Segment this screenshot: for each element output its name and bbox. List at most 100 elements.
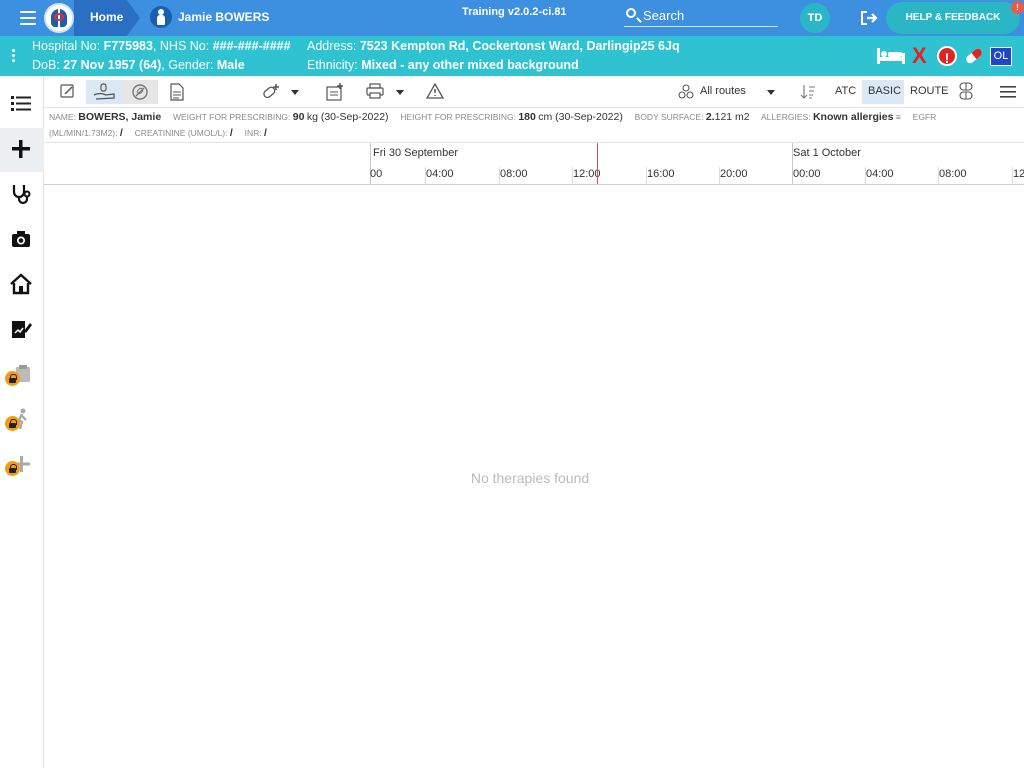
alert-icon[interactable]: !: [937, 46, 957, 66]
hand-dose-icon: [93, 83, 115, 100]
pill-icon[interactable]: [963, 46, 985, 66]
warning-icon: [426, 83, 444, 99]
user-avatar[interactable]: TD: [800, 3, 830, 33]
logout-icon[interactable]: [860, 10, 880, 26]
routes-dropdown-icon[interactable]: [767, 90, 775, 95]
timeline-time: 20:00: [720, 168, 748, 180]
sidebar-item-camera[interactable]: [0, 218, 44, 262]
ethnicity-value: Mixed - any other mixed background: [361, 58, 579, 72]
person-icon: [150, 6, 172, 28]
breadcrumb-home-label[interactable]: Home: [90, 10, 123, 24]
timeline-header[interactable]: Fri 30 September Sat 1 October 00 04:00 …: [44, 142, 1024, 185]
document-icon: [170, 83, 184, 101]
list-icon: [11, 96, 31, 111]
lock-icon: [5, 416, 20, 431]
pill-cancel-icon: [132, 84, 148, 100]
timeline-time: 16:00: [647, 168, 675, 180]
inr-value: /: [263, 127, 267, 139]
timeline-time: 08:00: [939, 168, 967, 180]
add-pill-icon: [263, 84, 279, 99]
timeline-time: 00:00: [793, 168, 821, 180]
routes-icon: [678, 84, 694, 99]
lock-icon: [5, 461, 20, 476]
home-icon: [10, 273, 32, 295]
search-label[interactable]: Search: [643, 8, 684, 23]
document-button[interactable]: [166, 80, 188, 104]
notification-badge: !: [1011, 1, 1024, 14]
sort-icon[interactable]: [800, 84, 816, 100]
route-view-button[interactable]: ROUTE: [910, 85, 949, 97]
stethoscope-icon: [12, 185, 31, 205]
timeline-time: 04:00: [866, 168, 894, 180]
atc-view-button[interactable]: ATC: [835, 85, 856, 97]
plus-icon: [12, 140, 30, 158]
timeline-day-2: Sat 1 October: [793, 147, 861, 159]
timeline-time: 12: [1013, 168, 1024, 180]
banner-demographics: DoB: 27 Nov 1957 (64), Gender: Male: [32, 58, 245, 72]
warnings-button[interactable]: [422, 80, 446, 104]
more-options-icon[interactable]: [12, 49, 16, 63]
sidebar-item-locked-1[interactable]: [0, 353, 44, 397]
search-icon: [626, 8, 636, 18]
pencil-square-icon: [60, 84, 74, 98]
sidebar-item-locked-3[interactable]: [0, 443, 44, 487]
calendar-plus-icon: [326, 83, 343, 101]
basic-view-button[interactable]: BASIC: [862, 80, 904, 104]
patient-banner: Hospital No: F775983, NHS No: ###-###-##…: [0, 36, 1024, 76]
banner-ids: Hospital No: F775983, NHS No: ###-###-##…: [32, 39, 291, 53]
height-value: 180: [518, 111, 536, 123]
administer-button[interactable]: [86, 80, 122, 104]
bed-icon[interactable]: [876, 44, 906, 68]
search-box[interactable]: Search: [624, 3, 778, 27]
menu-icon[interactable]: [20, 11, 36, 25]
sidebar-item-edit-notes[interactable]: [0, 308, 44, 352]
chart-button[interactable]: [322, 80, 346, 104]
allergies-value[interactable]: Known allergies: [813, 111, 894, 123]
egfr-value: /: [119, 127, 123, 139]
print-button[interactable]: [362, 80, 388, 104]
edit-button[interactable]: [56, 80, 80, 104]
gender-value: Male: [216, 58, 245, 72]
routes-select[interactable]: All routes: [700, 85, 746, 97]
patient-name: BOWERS, Jamie: [78, 111, 162, 123]
timeline-day-1: Fri 30 September: [373, 147, 458, 159]
add-medication-button[interactable]: [257, 80, 283, 104]
banner-ethnicity: Ethnicity: Mixed - any other mixed backg…: [307, 58, 579, 72]
weight-value: 90: [292, 111, 305, 123]
banner-address: Address: 7523 Kempton Rd, Cockertonst Wa…: [307, 39, 680, 53]
top-bar: Home Jamie BOWERS Training v2.0.2-ci.81 …: [0, 0, 1024, 36]
menu-icon[interactable]: [1000, 86, 1016, 98]
creatinine-value: /: [229, 127, 233, 139]
toolbar: All routes ATC BASIC ROUTE: [44, 76, 1024, 108]
sidebar-item-list[interactable]: [0, 83, 44, 127]
sidebar-item-home[interactable]: [0, 263, 44, 307]
printer-icon: [366, 83, 384, 99]
sidebar: [0, 76, 44, 768]
bsa-value: 2.: [705, 111, 715, 123]
timeline-time: 04:00: [426, 168, 454, 180]
camera-icon: [12, 231, 30, 247]
allergy-list-icon[interactable]: ≡: [896, 112, 901, 122]
print-dropdown-icon[interactable]: [396, 90, 404, 95]
version-label: Training v2.0.2-ci.81: [462, 6, 567, 18]
ol-badge[interactable]: OL: [990, 47, 1012, 66]
help-feedback-button[interactable]: HELP & FEEDBACK: [886, 2, 1020, 34]
basic-view-label[interactable]: BASIC: [868, 85, 901, 97]
breadcrumb-patient[interactable]: Jamie BOWERS: [178, 10, 269, 24]
sidebar-item-examination[interactable]: [0, 173, 44, 217]
cancel-order-button[interactable]: [122, 80, 158, 104]
hospital-number: F775983: [103, 39, 153, 53]
close-icon[interactable]: X: [912, 44, 927, 68]
timeline-time: 08:00: [500, 168, 528, 180]
pills-grid-icon[interactable]: [958, 82, 974, 100]
sidebar-item-locked-2[interactable]: [0, 398, 44, 442]
address-value: 7523 Kempton Rd, Cockertonst Ward, Darli…: [359, 39, 680, 53]
patient-info-strip: NAME: BOWERS, Jamie WEIGHT FOR PRESCRIBI…: [49, 111, 937, 139]
nhs-number: ###-###-####: [212, 39, 291, 53]
edit-document-icon: [12, 321, 32, 338]
dob-value: 27 Nov 1957 (64): [63, 58, 162, 72]
lock-icon: [5, 371, 20, 386]
app-logo[interactable]: [44, 3, 74, 33]
sidebar-item-add[interactable]: [0, 128, 44, 172]
add-medication-dropdown-icon[interactable]: [291, 90, 299, 95]
